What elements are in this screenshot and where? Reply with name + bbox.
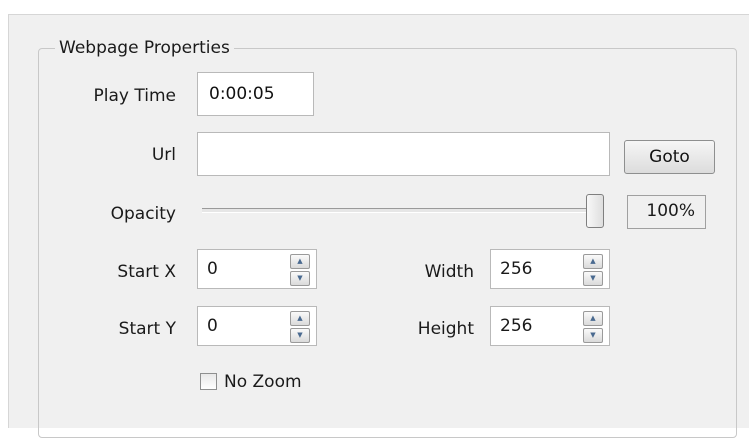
no-zoom-label[interactable]: No Zoom	[224, 371, 302, 393]
height-label: Height	[417, 319, 474, 339]
spin-up-arrow-icon[interactable]: ▲	[290, 311, 310, 326]
no-zoom-checkbox[interactable]	[200, 373, 217, 390]
start-y-spinbox[interactable]: 0 ▲ ▼	[197, 306, 317, 346]
goto-button[interactable]: Goto	[624, 140, 715, 174]
start-y-label: Start Y	[118, 319, 176, 339]
start-x-value[interactable]: 0	[207, 250, 218, 288]
start-x-label: Start X	[117, 262, 176, 282]
height-spinbox[interactable]: 256 ▲ ▼	[490, 306, 610, 346]
start-y-value[interactable]: 0	[207, 307, 218, 345]
width-label: Width	[424, 262, 474, 282]
spin-down-arrow-icon[interactable]: ▼	[290, 328, 310, 343]
height-value[interactable]: 256	[500, 307, 532, 345]
opacity-label: Opacity	[110, 204, 176, 224]
width-value[interactable]: 256	[500, 250, 532, 288]
spin-up-arrow-icon[interactable]: ▲	[583, 254, 603, 269]
spin-down-arrow-icon[interactable]: ▼	[583, 271, 603, 286]
spin-up-arrow-icon[interactable]: ▲	[290, 254, 310, 269]
opacity-slider-thumb[interactable]	[586, 194, 604, 228]
play-time-input[interactable]	[197, 72, 314, 116]
group-title: Webpage Properties	[55, 37, 234, 59]
play-time-label: Play Time	[93, 86, 176, 106]
url-label: Url	[151, 145, 176, 165]
opacity-slider-track[interactable]	[202, 208, 600, 213]
url-input[interactable]	[197, 132, 610, 176]
spin-down-arrow-icon[interactable]: ▼	[583, 328, 603, 343]
width-spinbox[interactable]: 256 ▲ ▼	[490, 249, 610, 289]
spin-down-arrow-icon[interactable]: ▼	[290, 271, 310, 286]
start-x-spinbox[interactable]: 0 ▲ ▼	[197, 249, 317, 289]
opacity-value-readout: 100%	[627, 195, 706, 229]
spin-up-arrow-icon[interactable]: ▲	[583, 311, 603, 326]
